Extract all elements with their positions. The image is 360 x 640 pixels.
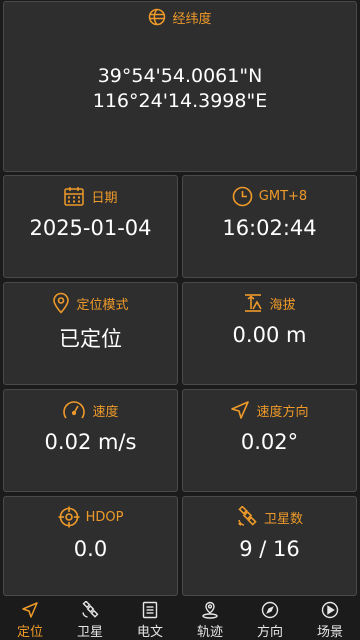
date-header: 日期 — [4, 184, 177, 208]
fix-mode-label: 定位模式 — [76, 297, 129, 313]
heading-card: 速度方向 0.02° — [182, 389, 357, 492]
play-circle-icon — [321, 601, 339, 621]
fix-mode-value: 已定位 — [59, 327, 122, 351]
heading-value: 0.02° — [240, 430, 299, 454]
nav-item-scene[interactable]: 场景 — [300, 598, 360, 640]
nav-label: 定位 — [16, 625, 43, 640]
compass-icon — [261, 601, 279, 621]
satellite-icon — [81, 601, 99, 621]
satellites-card: 卫星数 9 / 16 — [182, 496, 357, 596]
time-header: GMT+8 — [183, 184, 356, 208]
track-pin-icon — [201, 601, 219, 621]
altitude-header: 海拔 — [183, 291, 356, 315]
fix-mode-header: 定位模式 — [4, 291, 177, 315]
satellites-label: 卫星数 — [263, 511, 303, 527]
speed-label: 速度 — [92, 404, 119, 420]
longitude-value: 116°24'14.3998"E — [92, 90, 268, 112]
heading-label: 速度方向 — [256, 404, 309, 420]
heading-header: 速度方向 — [183, 398, 356, 422]
satellites-header: 卫星数 — [183, 505, 356, 529]
hdop-card: HDOP 0.0 — [3, 496, 178, 596]
location-arrow-icon — [21, 601, 39, 621]
altitude-card: 海拔 0.00 m — [182, 282, 357, 385]
speed-value: 0.02 m/s — [44, 430, 137, 454]
nav-label: 电文 — [136, 625, 163, 640]
altitude-value: 0.00 m — [232, 323, 307, 347]
date-value: 2025-01-04 — [29, 216, 152, 240]
timezone-label: GMT+8 — [258, 188, 308, 204]
nav-item-track[interactable]: 轨迹 — [180, 598, 240, 640]
date-label: 日期 — [91, 190, 118, 206]
nav-item-messages[interactable]: 电文 — [120, 598, 180, 640]
time-card: GMT+8 16:02:44 — [182, 175, 357, 278]
globe-icon — [148, 8, 166, 26]
nav-item-satellite[interactable]: 卫星 — [60, 598, 120, 640]
nav-item-direction[interactable]: 方向 — [240, 598, 300, 640]
satellite-icon — [236, 506, 258, 528]
document-icon — [141, 601, 159, 621]
speed-card: 速度 0.02 m/s — [3, 389, 178, 492]
nav-label: 场景 — [316, 625, 343, 640]
nav-item-location[interactable]: 定位 — [0, 598, 60, 640]
date-card: 日期 2025-01-04 — [3, 175, 178, 278]
speed-header: 速度 — [4, 398, 177, 422]
location-pin-icon — [52, 292, 70, 314]
hdop-value: 0.0 — [73, 537, 108, 561]
latitude-value: 39°54'54.0061"N — [97, 65, 263, 87]
hdop-label: HDOP — [85, 509, 124, 525]
coordinates-title: 经纬度 — [172, 11, 212, 27]
altitude-label: 海拔 — [269, 297, 296, 313]
bottom-navigation: 定位 卫星 电文 轨迹 方向 场景 — [0, 598, 360, 640]
time-value: 16:02:44 — [222, 216, 317, 240]
navigation-arrow-icon — [230, 400, 250, 420]
satellites-value: 9 / 16 — [239, 537, 300, 561]
nav-label: 方向 — [256, 625, 283, 640]
hdop-header: HDOP — [4, 505, 177, 529]
coordinates-card: 经纬度 39°54'54.0061"N 116°24'14.3998"E — [3, 1, 357, 172]
calendar-icon — [63, 185, 85, 207]
nav-label: 卫星 — [76, 625, 103, 640]
crosshair-icon — [58, 506, 80, 528]
nav-label: 轨迹 — [196, 625, 223, 640]
clock-icon — [232, 186, 253, 207]
altitude-icon — [243, 293, 263, 313]
coordinates-header: 经纬度 — [4, 5, 356, 29]
fix-mode-card: 定位模式 已定位 — [3, 282, 178, 385]
speedometer-icon — [62, 399, 86, 421]
